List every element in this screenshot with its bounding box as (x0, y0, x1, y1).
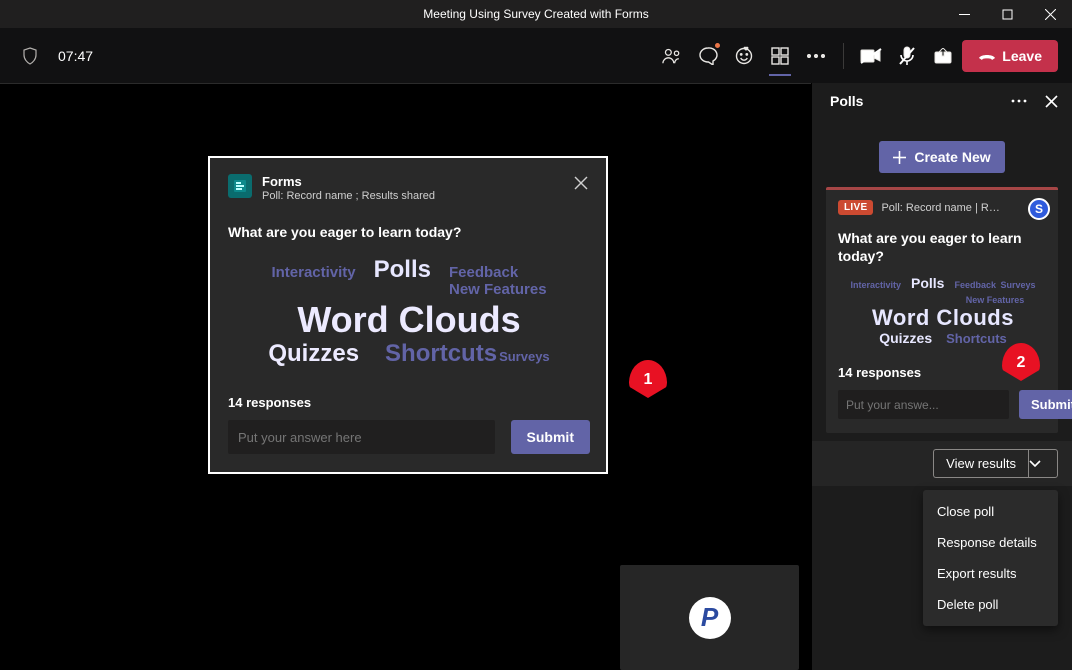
close-icon[interactable] (574, 176, 588, 190)
submit-button[interactable]: Submit (1019, 390, 1072, 419)
wc-word-interactivity: Interactivity (271, 264, 355, 281)
view-results-button[interactable]: View results (933, 449, 1028, 478)
wc-word-surveys: Surveys (499, 350, 550, 365)
wc-word-new-features: New Features (954, 295, 1035, 305)
participant-tile[interactable]: P (620, 565, 799, 670)
meeting-toolbar: 07:47 Leave (0, 28, 1072, 83)
wc-word-quizzes: Quizzes (879, 330, 932, 346)
menu-response-details[interactable]: Response details (923, 527, 1058, 558)
menu-close-poll[interactable]: Close poll (923, 496, 1058, 527)
create-new-label: Create New (914, 149, 990, 165)
wc-word-feedback: Feedback (449, 264, 518, 281)
people-button[interactable] (655, 37, 689, 75)
shield-icon (22, 47, 38, 65)
wc-word-new-features: New Features (449, 281, 547, 298)
forms-app-name: Forms (262, 174, 435, 189)
wc-word-shortcuts: Shortcuts (385, 340, 497, 368)
leave-label: Leave (1002, 48, 1042, 64)
chat-button[interactable] (691, 37, 725, 75)
toolbar-divider (843, 43, 844, 69)
view-results-dropdown[interactable] (1028, 449, 1058, 478)
polls-panel: Polls Create New (811, 83, 1072, 670)
wc-word-feedback: Feedback (954, 280, 996, 290)
answer-input[interactable] (838, 390, 1009, 419)
forms-app-icon (228, 174, 252, 198)
mic-button[interactable] (890, 37, 924, 75)
wc-word-interactivity: Interactivity (850, 280, 901, 290)
leave-button[interactable]: Leave (962, 40, 1058, 72)
window-close-button[interactable] (1029, 0, 1072, 28)
forms-poll-subtitle: Poll: Record name ; Results shared (262, 190, 435, 202)
plus-icon (893, 151, 906, 164)
meeting-stage: Forms Poll: Record name ; Results shared… (0, 83, 811, 670)
window-minimize-button[interactable] (943, 0, 986, 28)
more-button[interactable] (799, 37, 833, 75)
create-new-button[interactable]: Create New (879, 141, 1004, 173)
menu-delete-poll[interactable]: Delete poll (923, 589, 1058, 620)
live-badge: LIVE (838, 200, 873, 215)
reactions-button[interactable] (727, 37, 761, 75)
submit-button[interactable]: Submit (511, 420, 590, 454)
word-cloud: Interactivity Polls Feedback New Feature… (228, 256, 590, 367)
wc-word-word-clouds: Word Clouds (297, 299, 520, 340)
word-cloud: Interactivity Polls Feedback Surveys New… (838, 275, 1048, 347)
panel-close-button[interactable] (1045, 95, 1058, 108)
hangup-icon (978, 51, 996, 61)
forms-poll-card: Forms Poll: Record name ; Results shared… (208, 156, 608, 474)
answer-input[interactable] (228, 420, 495, 454)
menu-export-results[interactable]: Export results (923, 558, 1058, 589)
chevron-down-icon (1029, 460, 1041, 468)
window-title: Meeting Using Survey Created with Forms (423, 7, 648, 21)
poll-subtitle: Poll: Record name | Results s... (881, 202, 1001, 214)
chat-notification-dot (714, 42, 721, 49)
panel-more-button[interactable] (1011, 95, 1027, 108)
annotation-pin-2: 2 (1002, 343, 1040, 387)
share-button[interactable] (926, 37, 960, 75)
wc-word-quizzes: Quizzes (268, 340, 359, 368)
author-avatar: S (1028, 198, 1050, 220)
participant-avatar: P (689, 597, 731, 639)
response-count: 14 responses (228, 395, 590, 410)
wc-word-polls: Polls (374, 256, 431, 284)
poll-actions-menu: Close poll Response details Export resul… (923, 490, 1058, 626)
panel-title: Polls (830, 93, 863, 109)
window-maximize-button[interactable] (986, 0, 1029, 28)
wc-word-surveys: Surveys (1000, 280, 1035, 290)
wc-word-shortcuts: Shortcuts (946, 332, 1007, 347)
poll-question: What are you eager to learn today? (838, 229, 1048, 265)
window-title-bar: Meeting Using Survey Created with Forms (0, 0, 1072, 28)
poll-actions-bar: View results (812, 441, 1072, 486)
camera-button[interactable] (854, 37, 888, 75)
annotation-pin-1: 1 (629, 360, 667, 404)
poll-question: What are you eager to learn today? (228, 224, 590, 240)
poll-card: LIVE Poll: Record name | Results s... S … (826, 187, 1058, 433)
wc-word-polls: Polls (911, 275, 944, 291)
apps-button[interactable] (763, 37, 797, 75)
meeting-timer: 07:47 (58, 48, 93, 64)
wc-word-word-clouds: Word Clouds (872, 305, 1014, 330)
